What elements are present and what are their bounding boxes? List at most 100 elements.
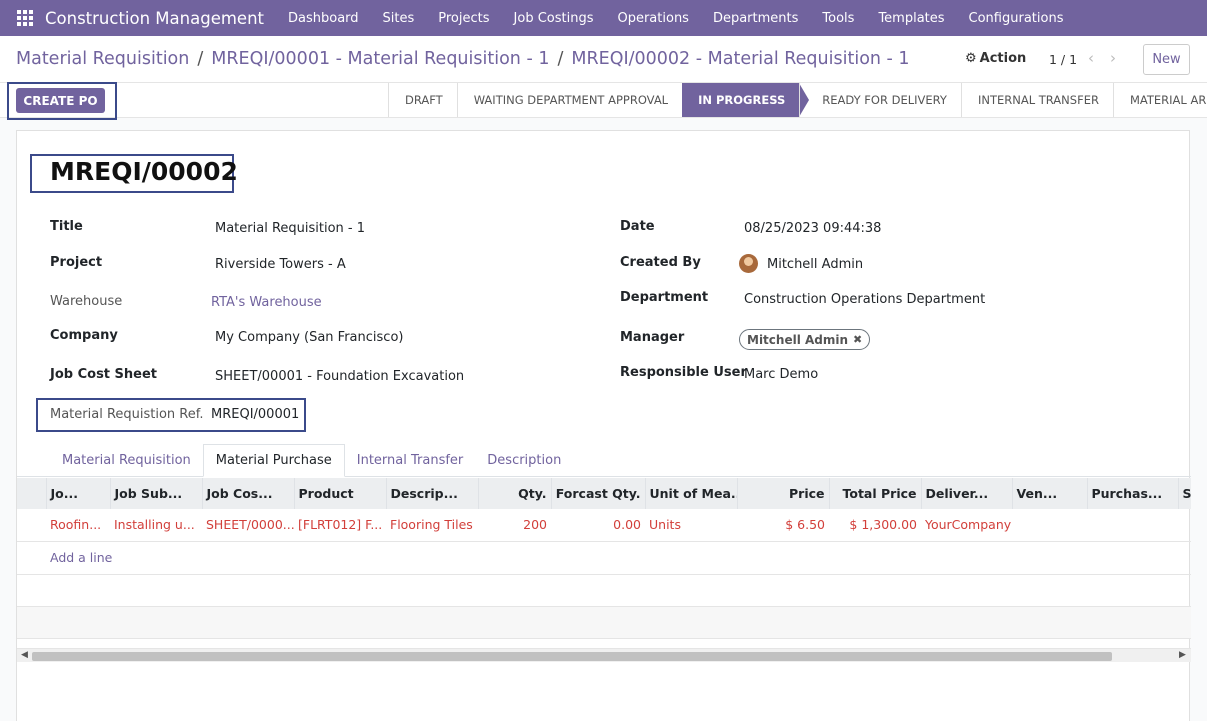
menu-item-departments[interactable]: Departments [701, 11, 810, 26]
action-menu-button[interactable]: ⚙ Action [965, 51, 1026, 66]
material-requisition-ref-label: Material Requistion Ref. [50, 407, 204, 422]
table-cell[interactable]: SHEET/0000... [202, 509, 294, 542]
empty-cell [17, 606, 1191, 639]
stage-waiting-department-approval[interactable]: WAITING DEPARTMENT APPROVAL [456, 83, 682, 117]
scroll-left-icon[interactable]: ◀ [21, 650, 28, 660]
apps-grid-icon[interactable] [17, 10, 33, 26]
tab-material-requisition[interactable]: Material Requisition [50, 444, 203, 477]
top-navbar: Construction Management Dashboard Sites … [0, 0, 1207, 36]
column-header-product[interactable]: Product [294, 478, 387, 509]
department-label: Department [620, 290, 709, 305]
notebook-tabs: Material Requisition Material Purchase I… [50, 444, 573, 477]
tab-material-purchase[interactable]: Material Purchase [202, 444, 345, 477]
horizontal-scrollbar[interactable]: ◀ ▶ [17, 648, 1191, 662]
job-cost-sheet-label: Job Cost Sheet [50, 367, 158, 382]
table-cell[interactable]: $ 1,300.00 [829, 509, 921, 542]
warehouse-link[interactable]: RTA's Warehouse [211, 295, 322, 310]
material-requisition-ref-field[interactable]: MREQI/00001 [211, 407, 299, 422]
scroll-right-icon[interactable]: ▶ [1179, 650, 1186, 660]
status-bar: CREATE PO DRAFT WAITING DEPARTMENT APPRO… [0, 82, 1207, 120]
table-cell[interactable]: [FLRT012] F... [294, 509, 386, 542]
column-header-total-price[interactable]: Total Price [829, 478, 922, 509]
manager-tag-label: Mitchell Admin [747, 332, 849, 347]
control-panel: Material Requisition / MREQI/00001 - Mat… [0, 36, 1207, 82]
column-header-job-subtype[interactable]: Job Sub... [110, 478, 203, 509]
table-cell-spacer [17, 509, 46, 542]
title-field[interactable]: Material Requisition - 1 [215, 221, 365, 236]
date-field[interactable]: 08/25/2023 09:44:38 [744, 221, 881, 236]
table-row[interactable]: Roofin... Installing u... SHEET/0000... … [17, 509, 1191, 542]
department-field[interactable]: Construction Operations Department [744, 292, 985, 307]
record-reference-title: MREQI/00002 [50, 157, 238, 186]
breadcrumb-item-parent[interactable]: MREQI/00001 - Material Requisition - 1 [211, 49, 549, 69]
project-field[interactable]: Riverside Towers - A [215, 257, 346, 272]
warehouse-label: Warehouse [50, 294, 123, 309]
menu-item-configurations[interactable]: Configurations [957, 11, 1076, 26]
new-button[interactable]: New [1143, 44, 1190, 75]
column-header-job[interactable]: Jo... [46, 478, 111, 509]
stage-ready-for-delivery[interactable]: READY FOR DELIVERY [799, 83, 961, 117]
table-cell[interactable]: Installing u... [110, 509, 202, 542]
menu-item-templates[interactable]: Templates [866, 11, 956, 26]
create-po-button[interactable]: CREATE PO [16, 88, 105, 113]
column-header-forecast-qty[interactable]: Forcast Qty. [551, 478, 646, 509]
table-header-row: Jo... Job Sub... Job Cos... Product Desc… [17, 478, 1191, 509]
table-cell[interactable]: 200 [478, 509, 551, 542]
app-title[interactable]: Construction Management [45, 9, 264, 28]
table-cell[interactable] [1012, 509, 1087, 542]
material-purchase-table: Jo... Job Sub... Job Cos... Product Desc… [17, 478, 1191, 639]
menu-item-sites[interactable]: Sites [371, 11, 427, 26]
add-line-row: Add a line [17, 541, 1191, 575]
manager-tag[interactable]: Mitchell Admin ✖ [739, 329, 871, 350]
scrollbar-thumb[interactable] [32, 652, 1112, 661]
column-header-unit-of-measure[interactable]: Unit of Mea... [645, 478, 738, 509]
column-header-job-cost-sheet[interactable]: Job Cos... [202, 478, 295, 509]
table-cell[interactable]: 0.00 [551, 509, 645, 542]
table-cell[interactable] [1178, 509, 1191, 542]
remove-tag-icon[interactable]: ✖ [853, 333, 862, 346]
manager-label: Manager [620, 330, 685, 345]
column-header-description[interactable]: Descrip... [386, 478, 479, 509]
column-header-delivery[interactable]: Deliver... [921, 478, 1013, 509]
company-label: Company [50, 328, 118, 343]
pager-value[interactable]: 1 / 1 [1049, 52, 1077, 67]
breadcrumb-item-current: MREQI/00002 - Material Requisition - 1 [571, 49, 910, 69]
created-by-field[interactable]: Mitchell Admin [767, 257, 863, 272]
table-cell[interactable] [1087, 509, 1178, 542]
table-cell[interactable]: Roofin... [46, 509, 110, 542]
main-menu: Dashboard Sites Projects Job Costings Op… [276, 11, 1075, 26]
form-sheet: MREQI/00002 Title Material Requisition -… [16, 130, 1191, 721]
column-header-price[interactable]: Price [737, 478, 830, 509]
column-header-qty[interactable]: Qty. [478, 478, 552, 509]
add-line-link[interactable]: Add a line [46, 541, 1191, 575]
menu-item-job-costings[interactable]: Job Costings [502, 11, 606, 26]
tab-internal-transfer[interactable]: Internal Transfer [345, 444, 476, 477]
project-label: Project [50, 255, 103, 270]
breadcrumb-item-list[interactable]: Material Requisition [16, 49, 189, 69]
table-cell[interactable]: Units [645, 509, 737, 542]
responsible-user-field[interactable]: Marc Demo [744, 367, 818, 382]
table-cell[interactable]: $ 6.50 [737, 509, 829, 542]
menu-item-projects[interactable]: Projects [426, 11, 501, 26]
breadcrumb-separator: / [197, 49, 204, 69]
column-header-purchase[interactable]: Purchas... [1087, 478, 1179, 509]
tab-description[interactable]: Description [475, 444, 573, 477]
company-field[interactable]: My Company (San Francisco) [215, 330, 403, 345]
table-cell[interactable]: Flooring Tiles [386, 509, 478, 542]
stage-draft[interactable]: DRAFT [388, 83, 457, 117]
table-cell[interactable]: YourCompany [921, 509, 1012, 542]
menu-item-operations[interactable]: Operations [605, 11, 700, 26]
pager-previous-icon[interactable]: ‹ [1088, 49, 1094, 67]
avatar [739, 254, 758, 273]
menu-item-tools[interactable]: Tools [810, 11, 866, 26]
stage-material-arrived[interactable]: MATERIAL ARRIVED [1112, 83, 1207, 117]
job-cost-sheet-field[interactable]: SHEET/00001 - Foundation Excavation [215, 369, 464, 384]
menu-item-dashboard[interactable]: Dashboard [276, 11, 371, 26]
empty-row [17, 606, 1191, 639]
stage-in-progress[interactable]: IN PROGRESS [682, 83, 810, 117]
breadcrumb-separator: / [557, 49, 564, 69]
stage-internal-transfer[interactable]: INTERNAL TRANSFER [960, 83, 1113, 117]
column-header-status[interactable]: S [1178, 478, 1191, 509]
column-header-vendor[interactable]: Ven... [1012, 478, 1088, 509]
pager-next-icon[interactable]: › [1110, 49, 1116, 67]
